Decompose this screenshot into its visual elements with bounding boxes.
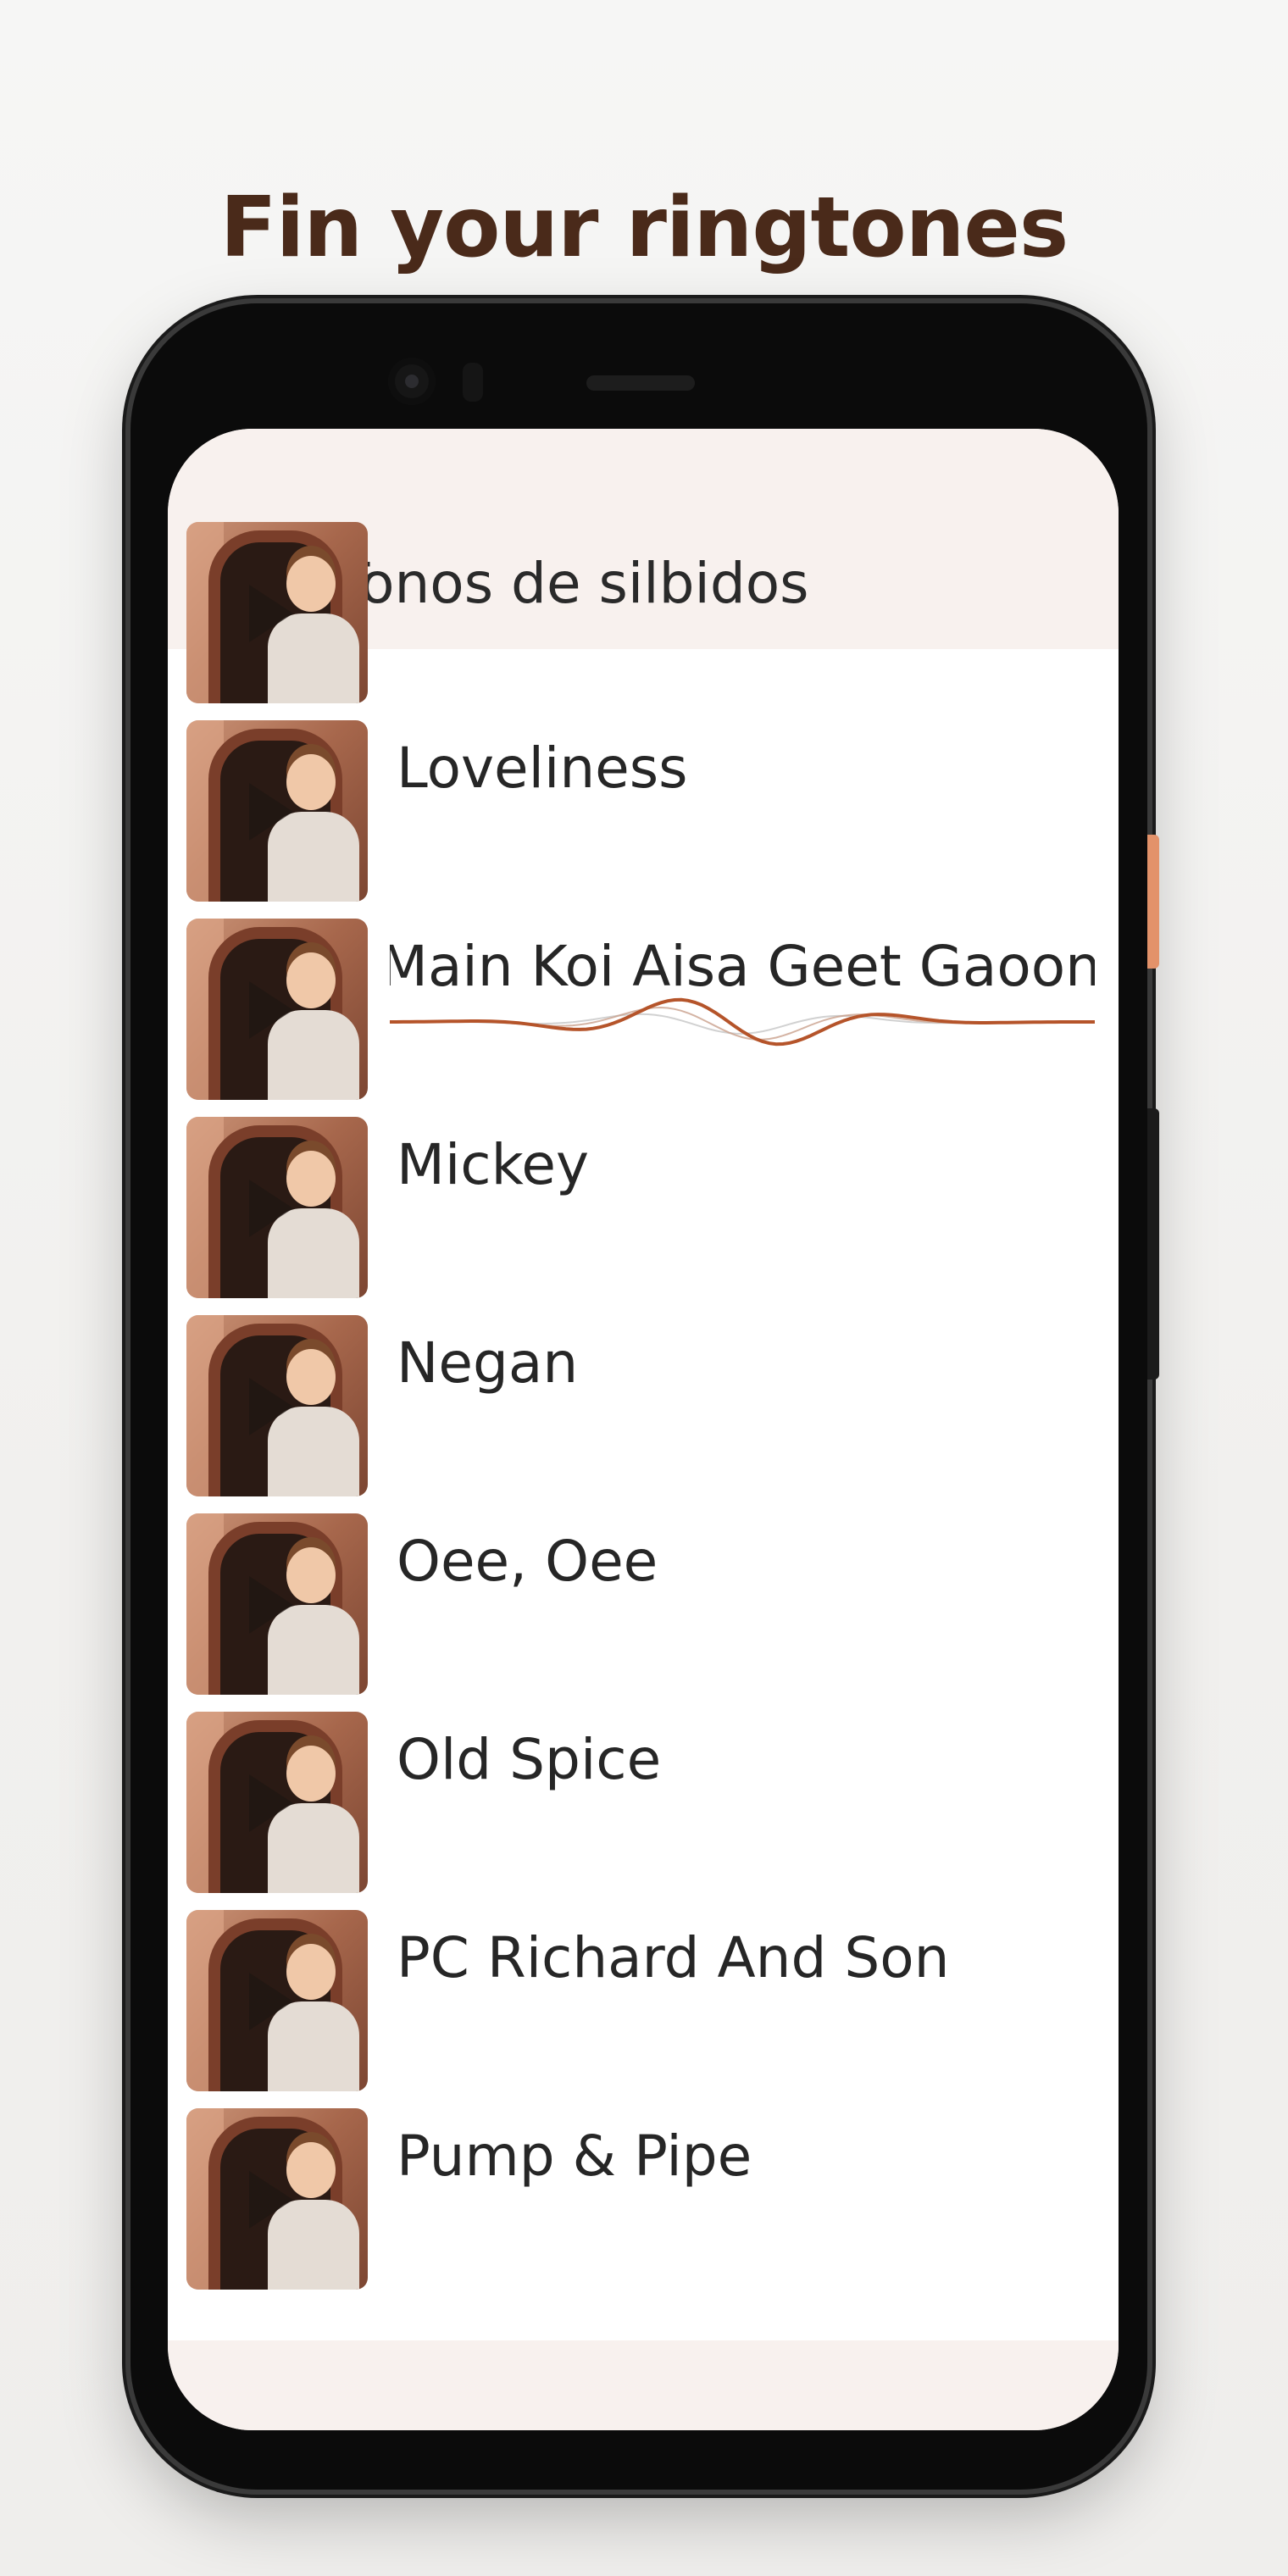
play-icon[interactable] <box>249 1378 293 1435</box>
ringtone-thumbnail[interactable] <box>186 1910 368 2091</box>
bottom-bar <box>168 2340 1119 2430</box>
play-icon[interactable] <box>249 1180 293 1237</box>
ringtone-row[interactable]: Negan <box>168 1315 1119 1496</box>
ringtone-title: Loveliness <box>397 736 688 801</box>
ringtone-thumbnail[interactable] <box>186 1712 368 1893</box>
ringtone-title: Pump & Pipe <box>397 2124 752 2189</box>
ringtone-row[interactable]: PC Richard And Son <box>168 1910 1119 2091</box>
audio-waveform-icon <box>390 997 1095 1046</box>
front-camera <box>388 358 436 405</box>
ringtone-thumbnail[interactable] <box>186 522 368 703</box>
now-playing-title: Main Koi Aisa Geet Gaoon <box>390 919 1095 1100</box>
ringtone-row[interactable]: Old Spice <box>168 1712 1119 1893</box>
ringtone-thumbnail[interactable] <box>186 1117 368 1298</box>
promo-headline: Fin your ringtones <box>219 180 1069 276</box>
ringtone-title: Mickey <box>397 1132 590 1197</box>
ringtone-title: Old Spice <box>397 1727 662 1792</box>
ringtone-thumbnail[interactable] <box>186 2108 368 2290</box>
ringtone-thumbnail[interactable] <box>186 720 368 902</box>
phone-side-button <box>1147 835 1159 969</box>
ringtone-row[interactable]: Mickey <box>168 1117 1119 1298</box>
ringtone-title: Oee, Oee <box>397 1529 658 1594</box>
play-icon[interactable] <box>249 981 293 1039</box>
play-icon[interactable] <box>249 1774 293 1832</box>
app-title: Tonos de silbidos <box>336 551 809 616</box>
ringtone-title: PC Richard And Son <box>397 1925 950 1990</box>
ringtone-list[interactable]: Loveliness Main Koi Aisa Geet Gaoon Mickey… <box>168 522 1119 2344</box>
play-icon[interactable] <box>249 1973 293 2030</box>
phone-volume-button <box>1147 1108 1159 1380</box>
app-screen: Tonos de silbidos Loveliness Main Koi Ais… <box>168 429 1119 2430</box>
proximity-sensor <box>463 363 483 402</box>
ringtone-thumbnail[interactable] <box>186 1513 368 1695</box>
play-icon[interactable] <box>249 783 293 841</box>
ringtone-row[interactable]: Oee, Oee <box>168 1513 1119 1695</box>
ringtone-row[interactable]: Main Koi Aisa Geet Gaoon <box>168 919 1119 1100</box>
ringtone-row[interactable]: Loveliness <box>168 720 1119 902</box>
ringtone-thumbnail[interactable] <box>186 1315 368 1496</box>
ringtone-row[interactable]: Pump & Pipe <box>168 2108 1119 2290</box>
earpiece-speaker <box>586 375 695 391</box>
play-icon[interactable] <box>249 2171 293 2229</box>
ringtone-thumbnail[interactable] <box>186 919 368 1100</box>
play-icon[interactable] <box>249 1576 293 1634</box>
ringtone-title: Negan <box>397 1330 579 1396</box>
